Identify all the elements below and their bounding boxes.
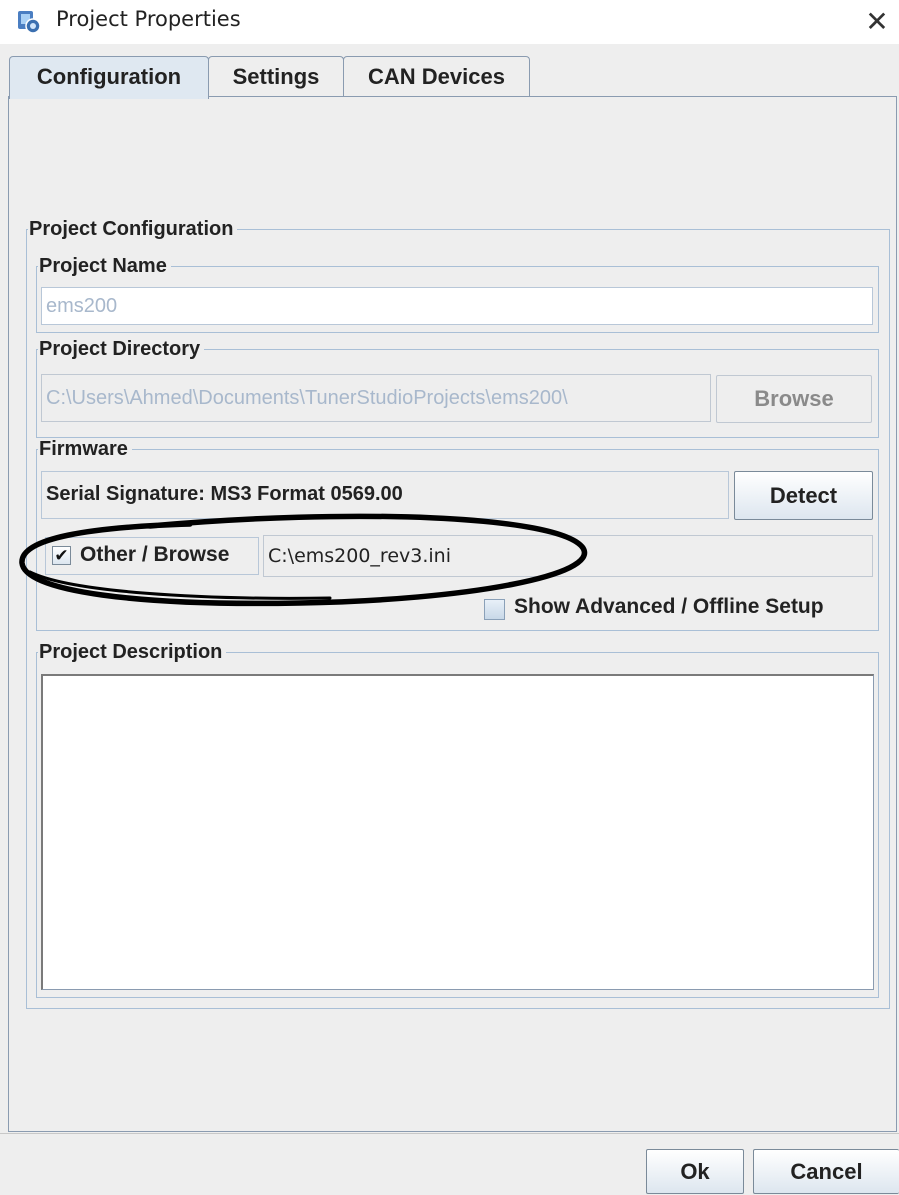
close-icon[interactable]: ✕	[855, 0, 899, 44]
detect-button[interactable]: Detect	[734, 471, 873, 520]
tab-can-devices[interactable]: CAN Devices	[343, 56, 530, 97]
project-directory-legend: Project Directory	[39, 338, 201, 360]
project-description-legend: Project Description	[39, 641, 223, 663]
project-name-legend: Project Name	[39, 255, 167, 277]
ok-button[interactable]: Ok	[646, 1149, 744, 1194]
other-browse-checkbox[interactable]: ✔	[52, 546, 71, 565]
project-description-textarea[interactable]	[41, 674, 874, 990]
footer-separator	[0, 1133, 899, 1134]
project-name-field[interactable]: ems200	[41, 287, 873, 325]
app-icon	[18, 11, 41, 34]
title-bar: Project Properties ✕	[0, 0, 899, 44]
browse-button[interactable]: Browse	[716, 375, 872, 423]
tab-configuration[interactable]: Configuration	[9, 56, 209, 99]
cancel-button[interactable]: Cancel	[753, 1149, 899, 1194]
tab-settings[interactable]: Settings	[208, 56, 344, 97]
window-title: Project Properties	[56, 7, 241, 31]
serial-signature-label: Serial Signature: MS3 Format 0569.00	[41, 471, 729, 519]
other-browse-label[interactable]: Other / Browse	[80, 543, 229, 567]
project-configuration-legend: Project Configuration	[29, 218, 234, 240]
show-advanced-label[interactable]: Show Advanced / Offline Setup	[514, 595, 824, 619]
show-advanced-checkbox[interactable]	[484, 599, 505, 620]
ini-path-field[interactable]: C:\ems200_rev3.ini	[263, 535, 873, 577]
firmware-legend: Firmware	[39, 438, 128, 460]
project-directory-field: C:\Users\Ahmed\Documents\TunerStudioProj…	[41, 374, 711, 422]
